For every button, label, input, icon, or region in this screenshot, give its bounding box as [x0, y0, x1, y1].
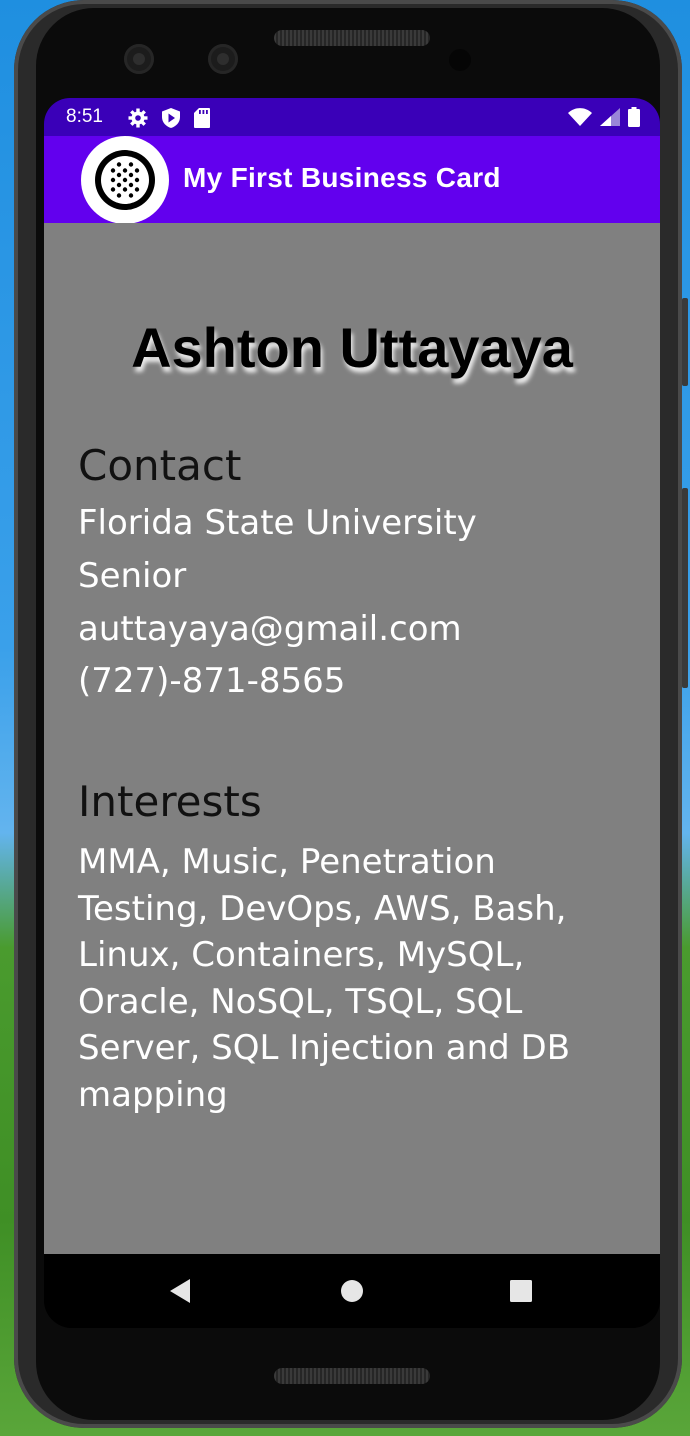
contact-phone: (727)-871-8565 [78, 661, 346, 701]
home-icon[interactable] [341, 1280, 363, 1306]
battery-icon [628, 107, 640, 131]
wifi-icon [568, 108, 592, 130]
shield-play-icon [162, 108, 180, 132]
status-bar: 8:51 [44, 98, 660, 136]
gear-icon [128, 108, 148, 132]
sd-card-icon [194, 108, 210, 132]
interests-text: MMA, Music, Penetration Testing, DevOps,… [78, 842, 571, 1115]
contact-heading: Contact [78, 441, 242, 490]
navigation-bar [44, 1254, 660, 1328]
front-camera-icon [124, 44, 154, 74]
bottom-speaker [274, 1368, 430, 1384]
back-icon[interactable] [168, 1278, 192, 1308]
proximity-sensor [449, 49, 471, 71]
front-camera-icon [208, 44, 238, 74]
card-name: Ashton Uttayaya [131, 316, 573, 379]
app-title: My First Business Card [183, 162, 501, 193]
earpiece-speaker [274, 30, 430, 46]
app-bar: My First Business Card [44, 136, 660, 224]
power-button [682, 488, 688, 688]
business-card-content: Ashton Uttayaya Contact Florida State Un… [44, 223, 660, 1254]
volume-button [682, 298, 688, 386]
status-time: 8:51 [66, 106, 103, 127]
contact-school: Florida State University [78, 503, 477, 543]
contact-year: Senior [78, 556, 187, 596]
recents-icon[interactable] [510, 1280, 532, 1306]
cell-signal-icon [600, 108, 620, 130]
interests-heading: Interests [78, 777, 262, 826]
contact-email: auttayaya@gmail.com [78, 609, 462, 649]
android-logo-icon [81, 136, 169, 224]
device-screen: 8:51 My First Business Card Ashton Uttay… [44, 98, 660, 1328]
